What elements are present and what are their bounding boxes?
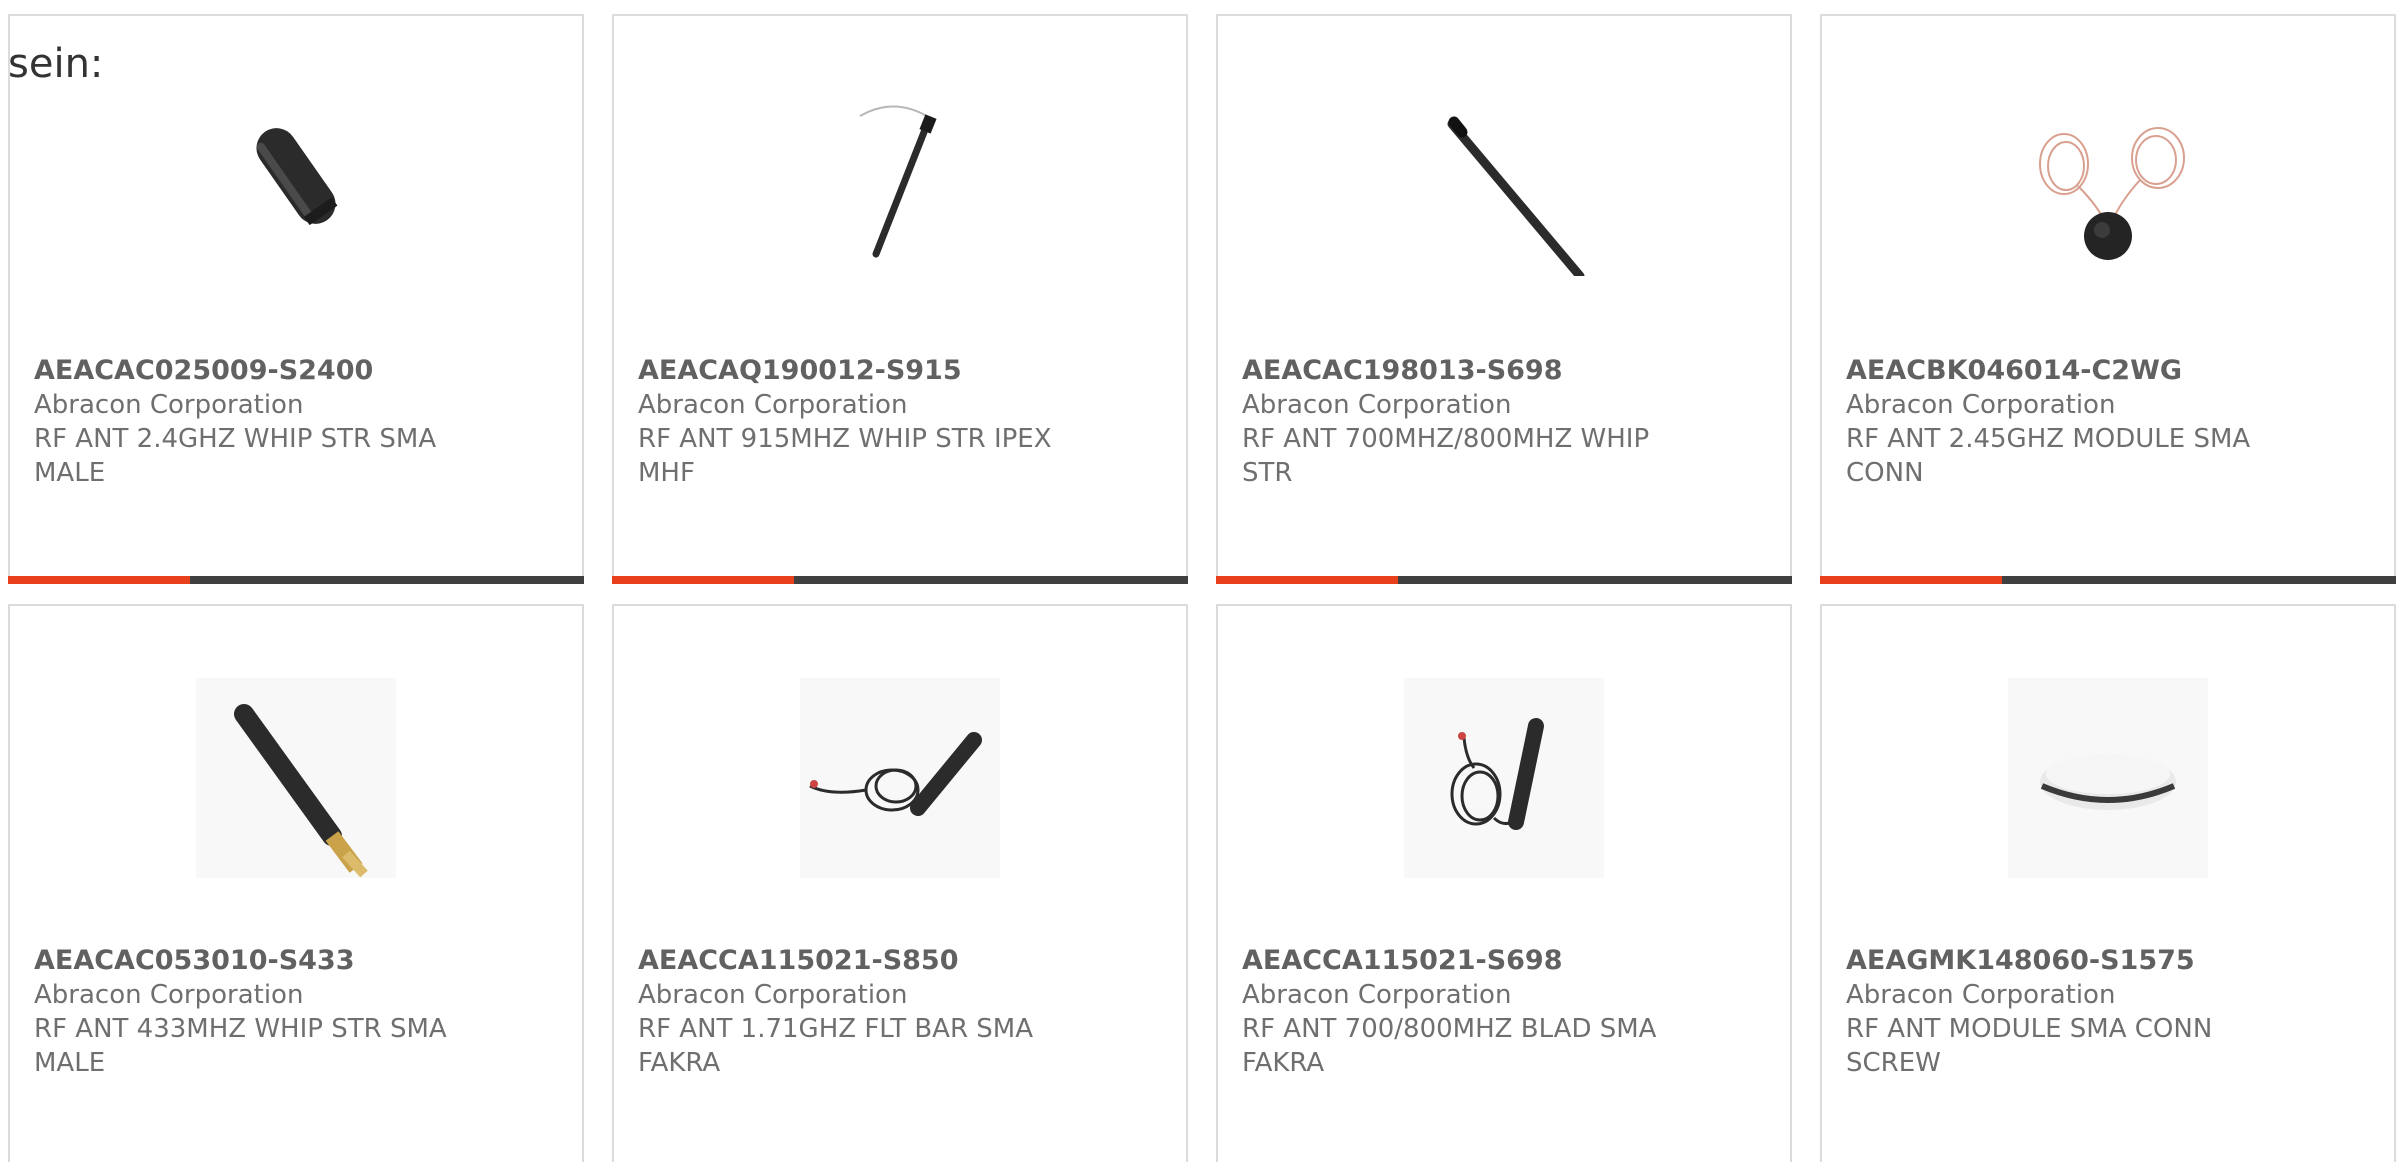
product-description: RF ANT 433MHZ WHIP STR SMA MALE — [34, 1014, 447, 1078]
card-accent — [1820, 576, 2002, 584]
product-description: RF ANT MODULE SMA CONN SCREW — [1846, 1014, 2213, 1078]
product-description: RF ANT 2.45GHZ MODULE SMA CONN — [1846, 424, 2251, 488]
product-info: AEACAC198013-S698 Abracon Corporation RF… — [1242, 354, 1766, 490]
whip-antenna-cable-icon[interactable] — [800, 76, 1000, 276]
part-number-link[interactable]: AEACAQ190012-S915 — [638, 354, 1162, 388]
manufacturer: Abracon Corporation — [34, 390, 304, 420]
manufacturer: Abracon Corporation — [638, 980, 908, 1010]
part-number-link[interactable]: AEACAC025009-S2400 — [34, 354, 558, 388]
manufacturer: Abracon Corporation — [1242, 390, 1512, 420]
part-number-link[interactable]: AEACAC198013-S698 — [1242, 354, 1766, 388]
product-info: AEACAC053010-S433 Abracon Corporation RF… — [34, 944, 558, 1080]
product-info: AEACBK046014-C2WG Abracon Corporation RF… — [1846, 354, 2370, 490]
product-card[interactable]: AEACAC025009-S2400 Abracon Corporation R… — [8, 14, 584, 584]
manufacturer: Abracon Corporation — [1242, 980, 1512, 1010]
part-number-link[interactable]: AEACBK046014-C2WG — [1846, 354, 2370, 388]
product-card[interactable]: AEACCA115021-S850 Abracon Corporation RF… — [612, 604, 1188, 1162]
part-number-link[interactable]: AEAGMK148060-S1575 — [1846, 944, 2370, 978]
dome-gps-antenna-icon[interactable] — [2008, 678, 2208, 878]
product-card[interactable]: AEAGMK148060-S1575 Abracon Corporation R… — [1820, 604, 2396, 1162]
card-bottom-bar — [1216, 576, 1792, 584]
product-info: AEACCA115021-S850 Abracon Corporation RF… — [638, 944, 1162, 1080]
manufacturer: Abracon Corporation — [638, 390, 908, 420]
card-accent — [8, 576, 190, 584]
puck-antenna-dual-cable-icon[interactable] — [2008, 76, 2208, 276]
product-info: AEACAQ190012-S915 Abracon Corporation RF… — [638, 354, 1162, 490]
blade-antenna-coiled-cable-icon[interactable] — [1404, 678, 1604, 878]
product-card[interactable]: AEACBK046014-C2WG Abracon Corporation RF… — [1820, 14, 2396, 584]
card-accent — [612, 576, 794, 584]
product-info: AEACAC025009-S2400 Abracon Corporation R… — [34, 354, 558, 490]
product-info: AEAGMK148060-S1575 Abracon Corporation R… — [1846, 944, 2370, 1080]
manufacturer: Abracon Corporation — [1846, 390, 2116, 420]
part-number-link[interactable]: AEACAC053010-S433 — [34, 944, 558, 978]
product-description: RF ANT 1.71GHZ FLT BAR SMA FAKRA — [638, 1014, 1034, 1078]
product-grid-page: sein: AEACAC025009-S2400 Abracon Corpora… — [0, 0, 2400, 1162]
product-description: RF ANT 2.4GHZ WHIP STR SMA MALE — [34, 424, 437, 488]
stubby-antenna-icon[interactable] — [196, 76, 396, 276]
product-description: RF ANT 700/800MHZ BLAD SMA FAKRA — [1242, 1014, 1657, 1078]
card-bottom-bar — [612, 576, 1188, 584]
manufacturer: Abracon Corporation — [1846, 980, 2116, 1010]
card-bottom-bar — [8, 576, 584, 584]
intro-text: sein: — [8, 41, 104, 87]
product-description: RF ANT 700MHZ/800MHZ WHIP STR — [1242, 424, 1650, 488]
part-number-link[interactable]: AEACCA115021-S850 — [638, 944, 1162, 978]
card-bottom-bar — [1820, 576, 2396, 584]
long-whip-antenna-icon[interactable] — [1404, 76, 1604, 276]
manufacturer: Abracon Corporation — [34, 980, 304, 1010]
product-card[interactable]: AEACCA115021-S698 Abracon Corporation RF… — [1216, 604, 1792, 1162]
sma-whip-antenna-icon[interactable] — [196, 678, 396, 878]
product-description: RF ANT 915MHZ WHIP STR IPEX MHF — [638, 424, 1052, 488]
product-info: AEACCA115021-S698 Abracon Corporation RF… — [1242, 944, 1766, 1080]
product-card[interactable]: AEACAC198013-S698 Abracon Corporation RF… — [1216, 14, 1792, 584]
product-card[interactable]: AEACAQ190012-S915 Abracon Corporation RF… — [612, 14, 1188, 584]
card-accent — [1216, 576, 1398, 584]
product-card[interactable]: AEACAC053010-S433 Abracon Corporation RF… — [8, 604, 584, 1162]
part-number-link[interactable]: AEACCA115021-S698 — [1242, 944, 1766, 978]
bar-antenna-coiled-cable-icon[interactable] — [800, 678, 1000, 878]
